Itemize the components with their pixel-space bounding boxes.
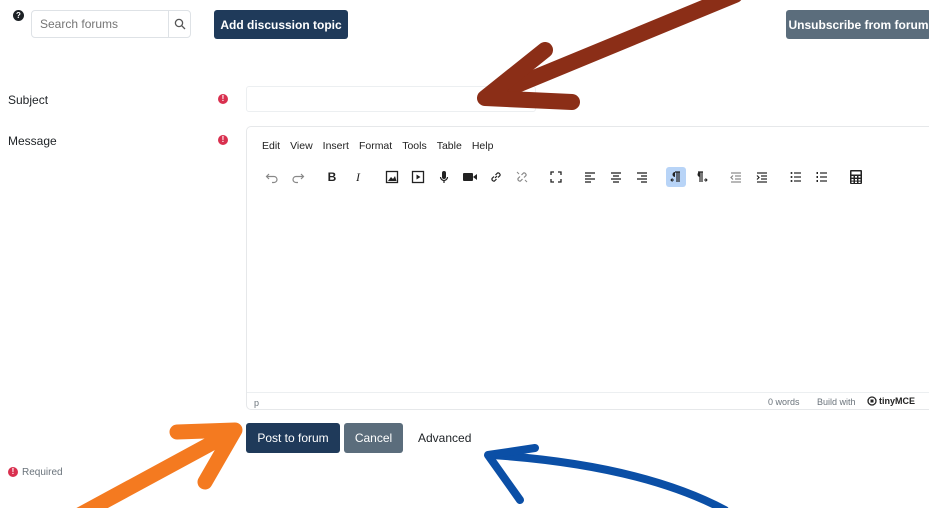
brown-arrow-icon [477, 0, 742, 110]
orange-arrow-icon [76, 422, 243, 508]
annotation-arrows [76, 0, 742, 508]
blue-arrow-icon [484, 444, 729, 508]
